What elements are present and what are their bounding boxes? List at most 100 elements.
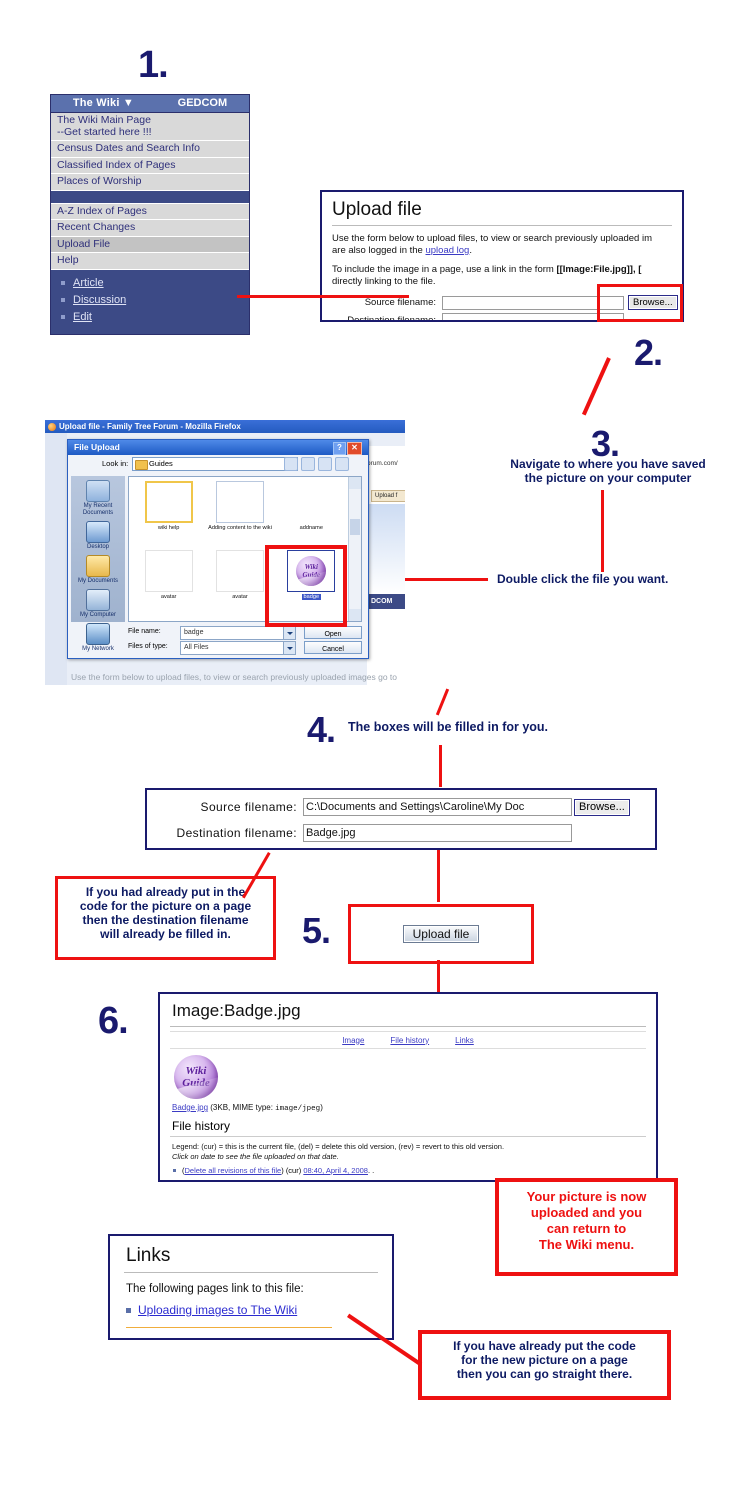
revision-date-link[interactable]: 08:40, April 4, 2008 (303, 1166, 368, 1175)
uploading-images-link[interactable]: Uploading images to The Wiki (138, 1303, 297, 1317)
image-page-title: Image:Badge.jpg (172, 1001, 301, 1020)
include-line3: directly linking to the file. (332, 276, 436, 287)
up-folder-icon[interactable] (301, 457, 315, 471)
sidebar-item-az-index[interactable]: A-Z Index of Pages (51, 203, 249, 220)
open-button[interactable]: Open (304, 626, 362, 639)
place-desktop[interactable]: Desktop (71, 521, 125, 551)
connector-line-upload-to-source (237, 295, 409, 298)
scrollbar-thumb[interactable] (350, 519, 360, 535)
history-divider (170, 1136, 646, 1137)
scroll-down-icon[interactable] (349, 609, 361, 621)
file-name-row: File name: badge Open (128, 626, 362, 640)
look-in-label: Look in: (102, 459, 129, 468)
intro-line1: Use the form below to upload files, to v… (332, 233, 652, 244)
new-folder-icon[interactable] (318, 457, 332, 471)
chevron-down-icon: ▼ (122, 97, 134, 109)
file-mime-type: image/jpeg (275, 1105, 321, 1113)
sidebar-item-upload-file[interactable]: Upload File (51, 236, 249, 253)
chevron-down-icon[interactable] (283, 627, 295, 639)
file-label: avatar (232, 594, 248, 600)
help-icon[interactable]: ? (333, 442, 346, 455)
browse-button[interactable]: Browse... (574, 798, 630, 816)
annotation-picture-uploaded-text: Your picture is now uploaded and you can… (526, 1189, 647, 1252)
my-network-icon (86, 623, 110, 645)
annotation-navigate: Navigate to where you have saved the pic… (510, 457, 706, 485)
include-line1: To include the image in a page, use a li… (332, 264, 557, 275)
image-page-nav: Image File history Links (170, 1031, 646, 1049)
file-name-input[interactable]: badge (180, 626, 296, 640)
sidebar-item-recent-changes[interactable]: Recent Changes (51, 220, 249, 237)
wiki-brand[interactable]: The Wiki ▼ (73, 95, 134, 112)
nav-image-link[interactable]: Image (342, 1036, 364, 1045)
connector-line-step5-bottom (437, 960, 440, 992)
step-number-2: 2. (634, 332, 663, 373)
file-name-label: File name: (128, 628, 161, 635)
links-title: Links (126, 1245, 171, 1266)
firefox-window-title: Upload file - Family Tree Forum - Mozill… (59, 422, 241, 431)
sidebar-item-discussion[interactable]: Discussion (61, 292, 243, 309)
firefox-upload-tab[interactable]: Upload f (371, 490, 405, 502)
file-list-scrollbar[interactable] (348, 477, 361, 621)
annotation-already-code2-text: If you have already put the code for the… (453, 1339, 636, 1381)
intro-line3: . (469, 245, 472, 256)
place-my-documents[interactable]: My Documents (71, 555, 125, 585)
destination-filename-input[interactable]: Badge.jpg (303, 824, 572, 842)
file-label: wiki help (157, 525, 180, 531)
sidebar-item-article[interactable]: Article (61, 275, 243, 292)
highlight-box-browse (597, 284, 683, 322)
views-icon[interactable] (335, 457, 349, 471)
sidebar-item-edit[interactable]: Edit (61, 309, 243, 326)
close-icon[interactable]: ✕ (347, 442, 362, 455)
file-label: Adding content to the wiki (208, 525, 272, 531)
place-my-computer[interactable]: My Computer (71, 589, 125, 619)
my-computer-icon (86, 589, 110, 611)
file-item[interactable]: Adding content to the wiki (204, 481, 275, 541)
badge-file-link[interactable]: Badge.jpg (172, 1103, 208, 1112)
firefox-page-area: orum.com/ Upload f DCOM (367, 446, 405, 685)
include-line2: , [ (632, 264, 642, 275)
annotation-box-already-code2: If you have already put the code for the… (418, 1330, 671, 1400)
legend-line-1: Legend: (cur) = this is the current file… (172, 1142, 505, 1151)
wiki-menu-bar: The Wiki ▼ GEDCOM (51, 95, 249, 113)
connector-line-step4 (439, 745, 442, 787)
source-filename-row-filled: Source filename: C:\Documents and Settin… (147, 798, 655, 816)
firefox-blue-panel (367, 504, 405, 594)
chevron-down-icon[interactable] (283, 642, 295, 654)
nav-links-link[interactable]: Links (455, 1036, 474, 1045)
my-documents-icon (86, 555, 110, 577)
sidebar-item-census[interactable]: Census Dates and Search Info (51, 141, 249, 158)
source-filename-input[interactable]: C:\Documents and Settings\Caroline\My Do… (303, 798, 572, 816)
place-my-network[interactable]: My Network (71, 623, 125, 653)
upload-log-link[interactable]: upload log (425, 245, 469, 256)
firefox-left-strip (45, 433, 67, 685)
firefox-page-text: Use the form below to upload files, to v… (71, 672, 398, 682)
cancel-button[interactable]: Cancel (304, 641, 362, 654)
delete-revisions-link[interactable]: Delete all revisions of this file (185, 1166, 282, 1175)
sidebar-item-classified-index[interactable]: Classified Index of Pages (51, 157, 249, 174)
sidebar-item-main-page[interactable]: The Wiki Main Page --Get started here !!… (51, 113, 249, 141)
firefox-screenshot: Upload file - Family Tree Forum - Mozill… (45, 420, 405, 685)
nav-file-history-link[interactable]: File history (390, 1036, 429, 1045)
step-number-6: 6. (98, 1000, 129, 1042)
wiki-guide-badge-image: Wiki Guide (174, 1055, 218, 1099)
file-type-select[interactable]: All Files (180, 641, 296, 655)
file-item[interactable]: wiki help (133, 481, 204, 541)
file-item[interactable]: addname (276, 481, 347, 541)
connector-line-step4-top (435, 688, 450, 716)
scroll-up-icon[interactable] (349, 477, 361, 489)
file-item[interactable]: avatar (133, 550, 204, 610)
destination-filename-label: Destination filename: (176, 826, 297, 840)
look-in-combo[interactable]: Guides (132, 457, 298, 471)
sidebar-item-help[interactable]: Help (51, 253, 249, 270)
annotation-box-already-code: If you had already put in the code for t… (55, 876, 276, 960)
sidebar-separator (51, 190, 249, 204)
annotation-boxes-filled: The boxes will be filled in for you. (348, 720, 549, 734)
orange-rule (126, 1327, 332, 1328)
gedcom-link[interactable]: GEDCOM (178, 95, 228, 112)
annotation-double-click: Double click the file you want. (497, 572, 669, 586)
place-my-recent-documents[interactable]: My Recent Documents (71, 480, 125, 517)
folder-icon (135, 460, 148, 470)
back-icon[interactable] (284, 457, 298, 471)
sidebar-item-places-of-worship[interactable]: Places of Worship (51, 174, 249, 191)
upload-file-button[interactable]: Upload file (402, 925, 480, 943)
